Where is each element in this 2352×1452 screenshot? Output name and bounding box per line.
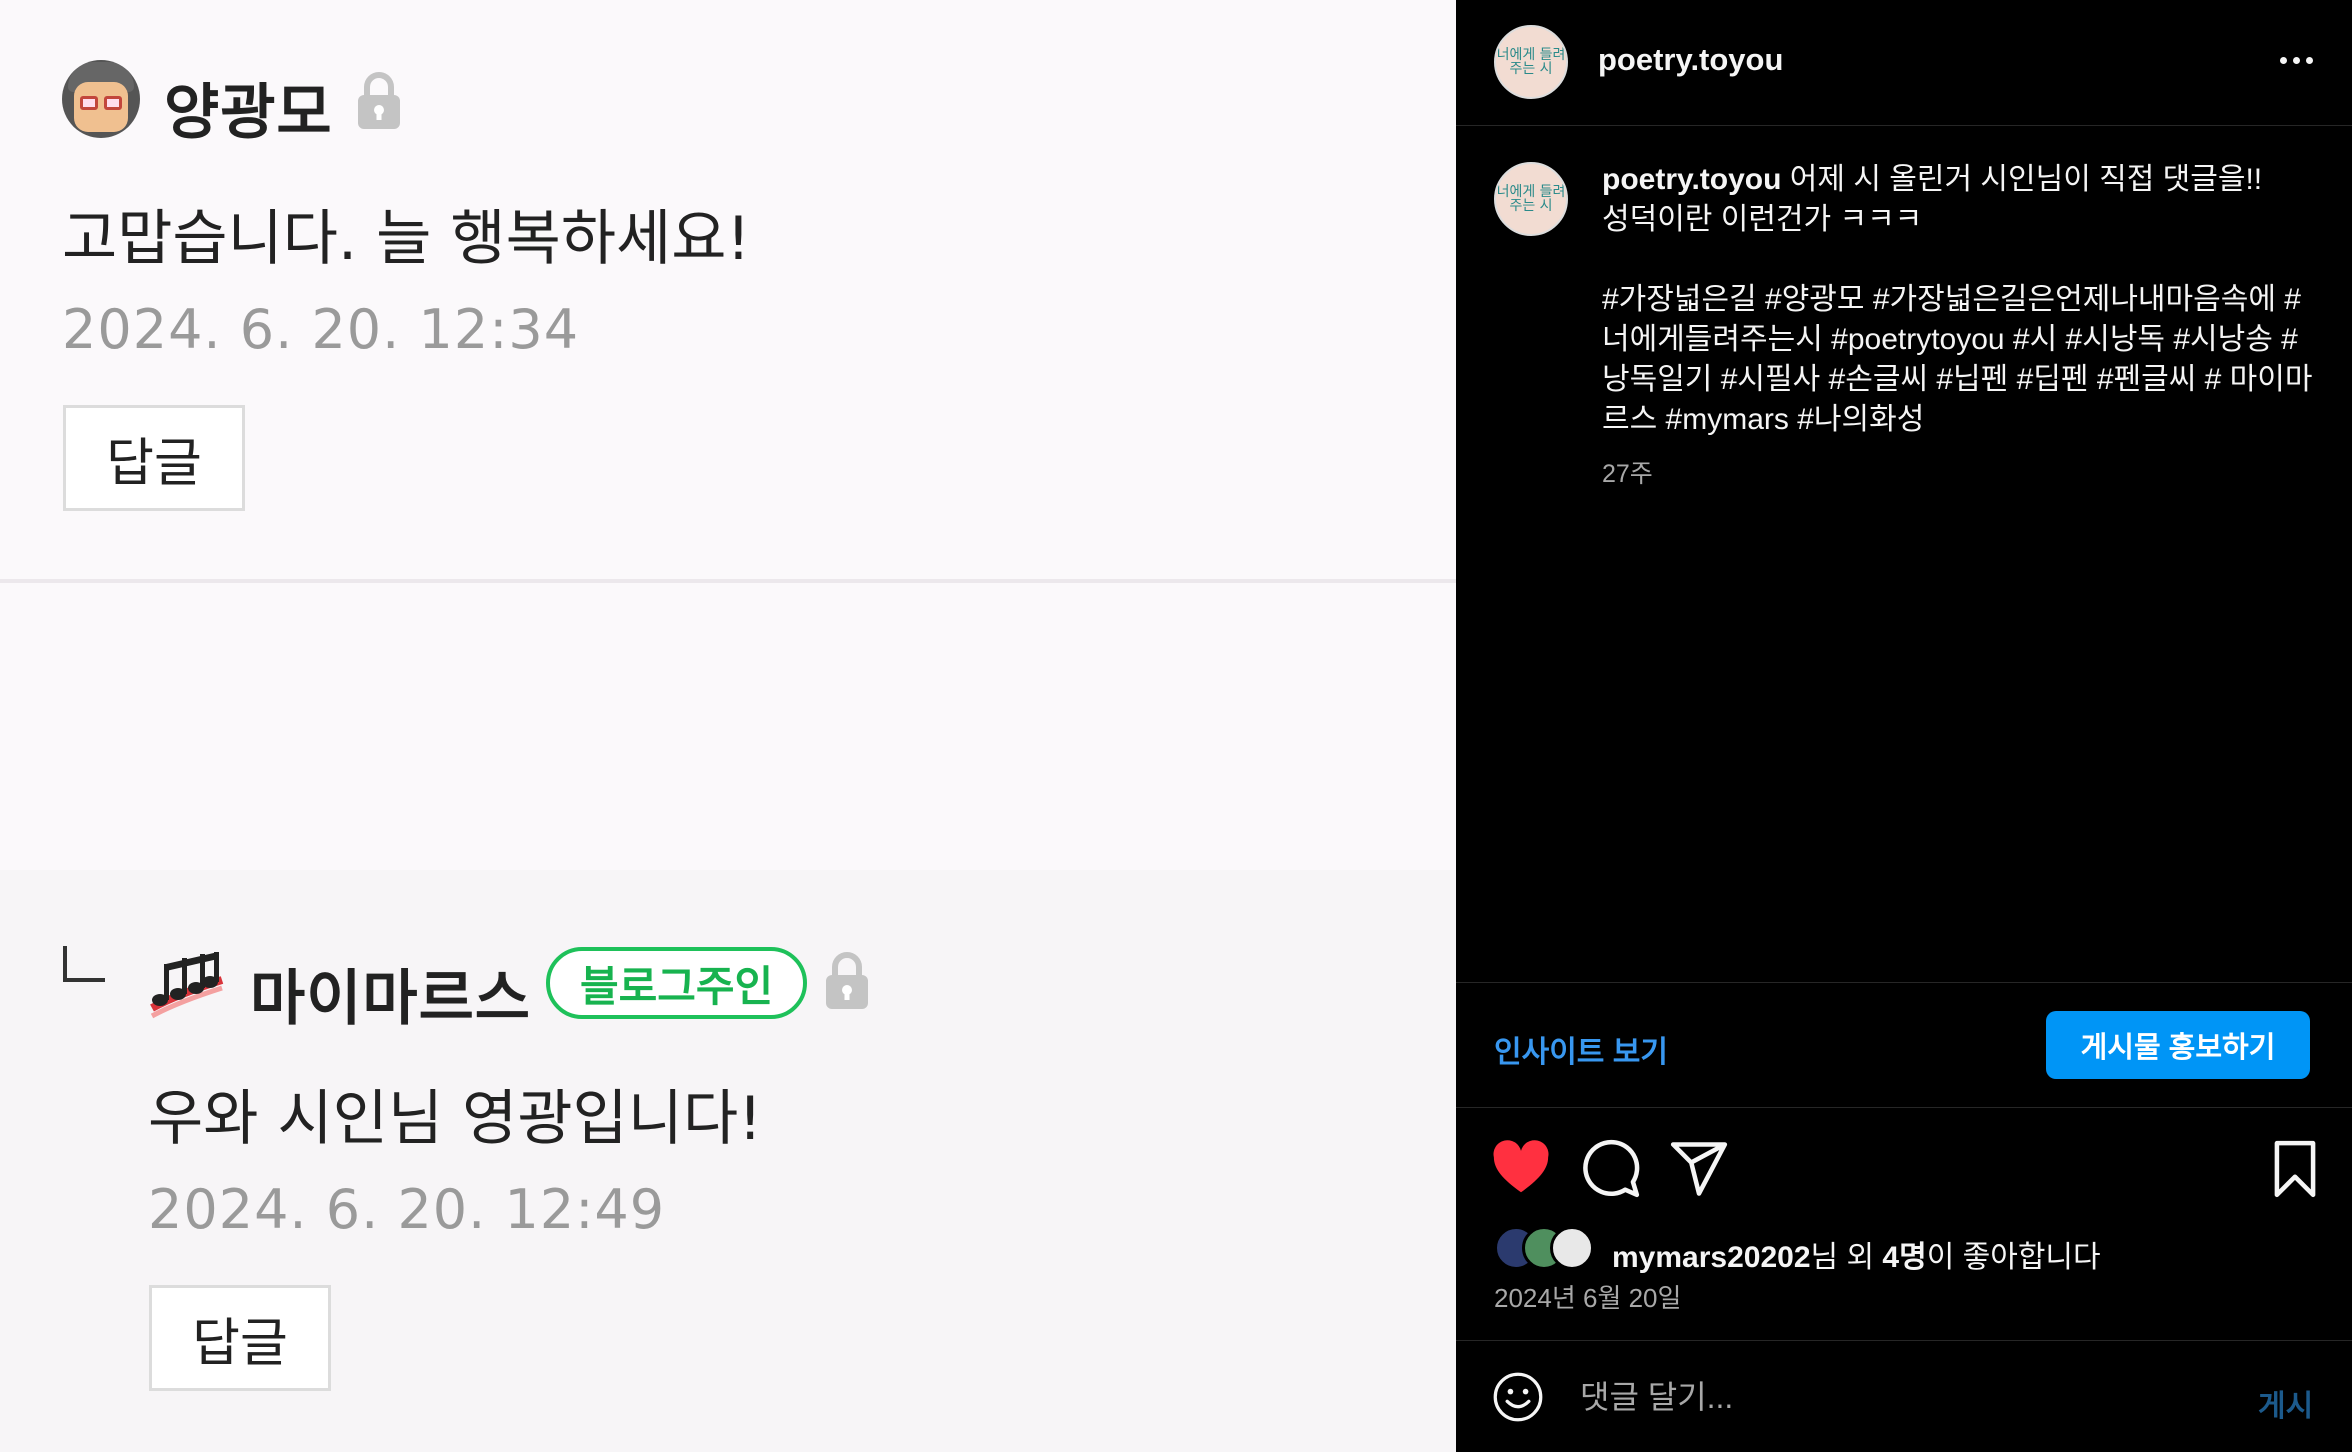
insight-row: 인사이트 보기 게시물 홍보하기 — [1456, 982, 2352, 1108]
reply-button[interactable]: 답글 — [149, 1285, 331, 1391]
music-notes-avatar-icon — [150, 952, 224, 1019]
instagram-post-panel: 너에게 들려주는 시 poetry.toyou 너에게 들려주는 시 poetr… — [1456, 0, 2352, 1452]
post-header: 너에게 들려주는 시 poetry.toyou — [1456, 0, 2352, 126]
post-date: 2024년 6월 20일 — [1494, 1283, 1682, 1313]
caption-username[interactable]: poetry.toyou — [1602, 163, 1781, 196]
more-icon[interactable] — [2266, 40, 2326, 80]
send-icon[interactable] — [1668, 1138, 1730, 1200]
likes-text[interactable]: mymars20202님 외 4명이 좋아합니다 — [1612, 1232, 2101, 1276]
post-age: 27주 — [1602, 460, 1653, 488]
reply-button[interactable]: 답글 — [63, 405, 245, 511]
comment-composer: 게시 — [1456, 1340, 2352, 1452]
comment-icon[interactable] — [1580, 1138, 1642, 1200]
blog-owner-badge: 블로그주인 — [546, 947, 808, 1019]
promote-post-button[interactable]: 게시물 홍보하기 — [2046, 1011, 2310, 1079]
comment-input[interactable] — [1580, 1371, 2180, 1423]
liker-avatars[interactable] — [1494, 1226, 1608, 1272]
commenter-name: 마이마르스 — [250, 964, 531, 1034]
caption-line2: 성덕이란 이런건가 ㅋㅋㅋ — [1602, 203, 1923, 236]
comment-divider — [0, 579, 1456, 583]
comment-text: 고맙습니다. 늘 행복하세요! — [62, 204, 751, 274]
comment-date: 2024. 6. 20. 12:34 — [62, 298, 580, 361]
action-bar — [1456, 1108, 2352, 1228]
likes-connector: 님 외 — [1810, 1241, 1883, 1274]
lock-icon — [358, 72, 400, 129]
caption-hashtags[interactable]: #가장넓은길 #양광모 #가장넓은길은언제나내마음속에 #너에게들려주는시 #p… — [1602, 280, 2322, 440]
heart-icon[interactable] — [1490, 1138, 1552, 1200]
reply-indicator — [63, 946, 105, 982]
account-username[interactable]: poetry.toyou — [1598, 42, 1783, 78]
commenter-avatar — [62, 60, 140, 138]
comment-text: 우와 시인님 영광입니다! — [148, 1084, 763, 1154]
liker-username[interactable]: mymars20202 — [1612, 1241, 1811, 1274]
view-insights-link[interactable]: 인사이트 보기 — [1494, 1027, 1668, 1071]
caption-avatar[interactable]: 너에게 들려주는 시 — [1494, 162, 1568, 236]
post-comment-button[interactable]: 게시 — [2258, 1381, 2313, 1425]
comment-date: 2024. 6. 20. 12:49 — [148, 1178, 666, 1241]
bookmark-icon[interactable] — [2264, 1138, 2326, 1200]
likes-count[interactable]: 4명 — [1882, 1241, 1926, 1274]
emoji-icon[interactable] — [1492, 1371, 1544, 1423]
liker-avatar[interactable] — [1550, 1226, 1594, 1270]
post-caption: poetry.toyou 어제 시 올린거 시인님이 직접 댓글을!! 성덕이란… — [1602, 160, 2322, 494]
caption-text: 어제 시 올린거 시인님이 직접 댓글을!! — [1789, 163, 2263, 196]
account-avatar[interactable]: 너에게 들려주는 시 — [1494, 25, 1568, 99]
caption-line1: poetry.toyou 어제 시 올린거 시인님이 직접 댓글을!! — [1602, 160, 2322, 200]
blog-comments-image: 양광모 고맙습니다. 늘 행복하세요! 2024. 6. 20. 12:34 답… — [0, 0, 1456, 1452]
lock-icon — [826, 952, 868, 1009]
commenter-name: 양광모 — [164, 78, 333, 148]
likes-suffix: 이 좋아합니다 — [1926, 1241, 2101, 1274]
